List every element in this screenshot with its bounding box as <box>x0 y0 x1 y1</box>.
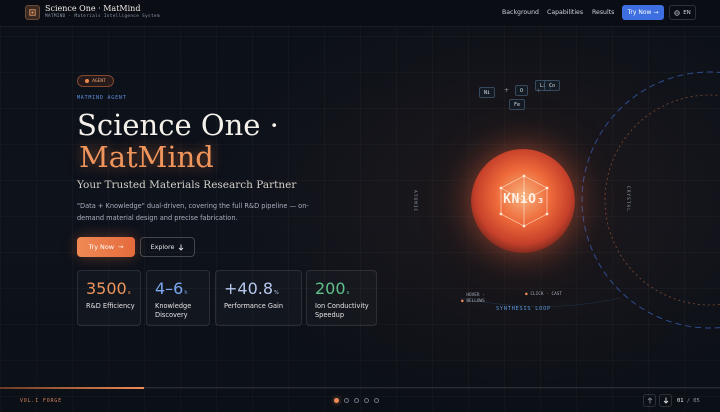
slide-dot[interactable] <box>374 398 379 403</box>
hero-subtitle: Your Trusted Materials Research Partner <box>77 179 297 191</box>
slide-dot[interactable] <box>334 398 339 403</box>
arrow-up-icon <box>647 397 652 404</box>
stat-unit: % <box>274 290 279 296</box>
stat-label: Ion Conductivity Speedup <box>315 302 369 319</box>
progress-track <box>0 387 720 389</box>
hover-hint-label: HOVER · BELLOWS <box>466 293 485 304</box>
page-counter: 01 / 05 <box>677 398 700 404</box>
volume-label: VOL.I FORGE <box>20 398 62 404</box>
agent-badge: AGENT <box>77 75 114 87</box>
nav-capabilities[interactable]: Capabilities <box>547 9 583 16</box>
atomic-label: ATOMIC <box>412 190 417 213</box>
stat-number: 200 <box>315 279 346 298</box>
click-hint: ● CLICK · CAST <box>525 292 562 298</box>
page-current: 01 <box>677 398 684 404</box>
try-now-button[interactable]: Try Now → <box>77 237 135 257</box>
hint-dot-icon: ● <box>461 299 464 304</box>
hover-hint: ● HOVER · BELLOWS <box>461 293 496 305</box>
hero-description: "Data + Knowledge" dual-driven, covering… <box>77 202 309 222</box>
slide-dot[interactable] <box>344 398 349 403</box>
globe-icon <box>674 9 680 16</box>
plus-sign: + <box>504 87 510 94</box>
nav-background[interactable]: Background <box>502 9 539 16</box>
arrow-right-icon: → <box>117 243 124 251</box>
header-try-now-button[interactable]: Try Now → <box>622 5 664 20</box>
next-slide-button[interactable] <box>659 394 672 407</box>
page-total: / 05 <box>686 398 700 404</box>
stat-unit: h <box>184 290 188 296</box>
explore-button[interactable]: Explore <box>140 237 195 257</box>
stat-number: +40.8 <box>224 279 274 298</box>
stat-unit: x <box>346 290 350 296</box>
stat-card: 200x Ion Conductivity Speedup <box>306 270 377 326</box>
arrow-down-icon <box>663 397 668 404</box>
hint-dot-icon: ● <box>525 292 528 297</box>
language-label: EN <box>683 9 691 16</box>
arrow-down-icon <box>179 244 184 251</box>
stat-card: 4–6h Knowledge Discovery <box>146 270 210 326</box>
explore-label: Explore <box>150 243 175 251</box>
brand-title: Science One · MatMind <box>45 4 141 13</box>
crystal-label: CRYSTAL <box>625 186 630 212</box>
stat-value: 3500x <box>86 279 131 298</box>
hero-eyebrow: MATMIND AGENT <box>77 95 127 101</box>
stat-label: Knowledge Discovery <box>155 302 192 319</box>
stat-card: 3500x R&D Efficiency <box>77 270 141 326</box>
stat-unit: x <box>127 290 131 296</box>
hero-title-line2: MatMind <box>79 140 214 174</box>
previous-slide-button[interactable] <box>643 394 656 407</box>
stat-value: +40.8% <box>224 279 279 298</box>
brand-subtitle: MATMIND · Materials Intelligence System <box>45 14 160 19</box>
status-dot-icon <box>85 79 90 83</box>
stat-label: R&D Efficiency <box>86 302 135 310</box>
try-now-label: Try Now <box>88 243 114 251</box>
language-toggle[interactable]: EN <box>669 5 696 20</box>
stat-number: 3500 <box>86 279 127 298</box>
element-chip-ni[interactable]: Ni <box>479 87 496 98</box>
stat-number: 4–6 <box>155 279 184 298</box>
footer-bar: VOL.I FORGE 01 / 05 <box>0 387 720 412</box>
nav-results[interactable]: Results <box>592 9 614 16</box>
hero-title-line1: Science One · <box>77 108 279 142</box>
top-bar: Science One · MatMind MATMIND · Material… <box>0 0 720 27</box>
slide-dot[interactable] <box>364 398 369 403</box>
element-chip-o[interactable]: O <box>515 85 529 96</box>
click-hint-label: CLICK · CAST <box>530 292 563 297</box>
stat-label: Performance Gain <box>224 302 284 310</box>
element-chip-co[interactable]: Co <box>544 80 561 91</box>
slide-indicator <box>334 398 379 403</box>
stat-value: 4–6h <box>155 279 188 298</box>
slide-dot[interactable] <box>354 398 359 403</box>
agent-badge-label: AGENT <box>92 78 106 84</box>
stat-value: 200x <box>315 279 350 298</box>
element-chip-fe[interactable]: Fe <box>509 99 526 110</box>
progress-fill <box>0 387 144 389</box>
brand-logo-icon[interactable] <box>25 5 40 20</box>
compound-label: KNiO₃ <box>503 192 545 207</box>
synthesis-loop-label: SYNTHESIS LOOP <box>496 306 551 312</box>
stat-card: +40.8% Performance Gain <box>215 270 302 326</box>
